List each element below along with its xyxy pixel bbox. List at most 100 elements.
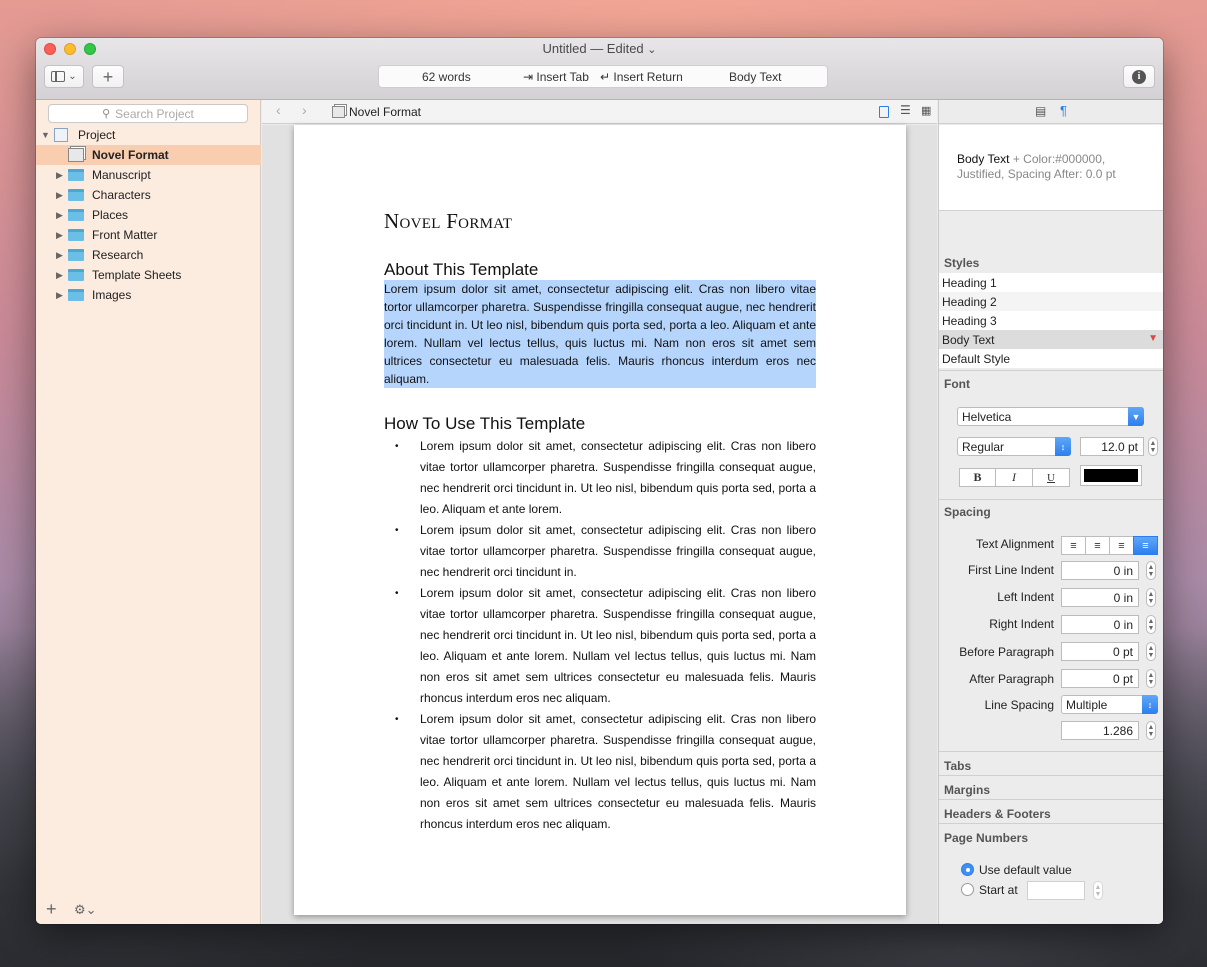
- corkboard-view-icon[interactable]: ▦: [921, 104, 931, 117]
- right-indent-stepper[interactable]: ▲ ▼: [1146, 615, 1156, 634]
- info-button[interactable]: i: [1123, 65, 1155, 88]
- start-at-label[interactable]: Start at: [979, 883, 1018, 897]
- disclosure-closed-icon[interactable]: ▶: [56, 170, 63, 181]
- sidebar-toggle-button[interactable]: ⌄: [44, 65, 84, 88]
- font-family-select[interactable]: Helvetica ▼: [957, 407, 1144, 426]
- line-spacing-select[interactable]: Multiple ↕: [1061, 695, 1158, 714]
- stepper-up-icon[interactable]: ▲: [1148, 564, 1155, 571]
- back-arrow-icon[interactable]: ‹: [276, 102, 281, 118]
- forward-arrow-icon[interactable]: ›: [302, 102, 307, 118]
- first-line-indent-field[interactable]: 0 in: [1061, 561, 1139, 580]
- insert-tab-button[interactable]: ⇥ Insert Tab: [523, 70, 589, 84]
- text-color-well[interactable]: [1080, 465, 1142, 486]
- edited-status[interactable]: — Edited: [590, 41, 643, 56]
- spacing-section-title[interactable]: Spacing: [944, 505, 991, 519]
- before-paragraph-field[interactable]: 0 pt: [1061, 642, 1139, 661]
- binder-item-characters[interactable]: ▶ Characters: [36, 185, 261, 205]
- start-at-radio[interactable]: [961, 883, 974, 896]
- list-item[interactable]: Lorem ipsum dolor sit amet, consectetur …: [384, 583, 816, 709]
- style-item-heading-1[interactable]: Heading 1: [939, 273, 1163, 292]
- insert-return-button[interactable]: ↵ Insert Return: [600, 70, 683, 84]
- underline-button[interactable]: U: [1032, 468, 1070, 487]
- disclosure-closed-icon[interactable]: ▶: [56, 230, 63, 241]
- stepper-down-icon[interactable]: ▼: [1148, 679, 1155, 686]
- before-paragraph-stepper[interactable]: ▲ ▼: [1146, 642, 1156, 661]
- start-at-stepper[interactable]: ▲ ▼: [1093, 881, 1103, 900]
- binder-item-template-sheets[interactable]: ▶ Template Sheets: [36, 265, 261, 285]
- style-item-body-text[interactable]: Body Text ▼: [939, 330, 1163, 349]
- outline-view-icon[interactable]: ☰: [900, 103, 911, 117]
- stepper-up-icon[interactable]: ▲: [1095, 884, 1102, 891]
- font-size-stepper[interactable]: ▲ ▼: [1148, 437, 1158, 456]
- chevron-down-icon[interactable]: ⌄: [647, 44, 656, 56]
- after-paragraph-stepper[interactable]: ▲ ▼: [1146, 669, 1156, 688]
- gear-icon[interactable]: ⚙⌄: [74, 902, 97, 918]
- align-center-button[interactable]: ≡: [1085, 536, 1110, 555]
- style-item-heading-2[interactable]: Heading 2: [939, 292, 1163, 311]
- use-default-label[interactable]: Use default value: [979, 863, 1072, 877]
- margins-section-title[interactable]: Margins: [944, 783, 990, 797]
- line-spacing-value-field[interactable]: 1.286: [1061, 721, 1139, 740]
- font-section-title[interactable]: Font: [944, 377, 970, 391]
- stepper-down-icon[interactable]: ▼: [1095, 891, 1102, 898]
- stepper-up-icon[interactable]: ▲: [1148, 645, 1155, 652]
- start-at-field[interactable]: [1027, 881, 1085, 900]
- stepper-down-icon[interactable]: ▼: [1150, 447, 1157, 454]
- align-justify-button[interactable]: ≡: [1133, 536, 1158, 555]
- align-left-button[interactable]: ≡: [1061, 536, 1086, 555]
- document-view-icon[interactable]: [879, 106, 889, 118]
- stepper-up-icon[interactable]: ▲: [1148, 672, 1155, 679]
- disclosure-closed-icon[interactable]: ▶: [56, 190, 63, 201]
- stepper-down-icon[interactable]: ▼: [1148, 571, 1155, 578]
- disclosure-closed-icon[interactable]: ▶: [56, 290, 63, 301]
- binder-item-project[interactable]: ▼ Project: [36, 125, 261, 145]
- right-indent-field[interactable]: 0 in: [1061, 615, 1139, 634]
- binder-item-front-matter[interactable]: ▶ Front Matter: [36, 225, 261, 245]
- after-paragraph-field[interactable]: 0 pt: [1061, 669, 1139, 688]
- editor-header-title[interactable]: Novel Format: [349, 105, 421, 119]
- selected-paragraph[interactable]: Lorem ipsum dolor sit amet, consectetur …: [384, 280, 816, 388]
- binder-item-images[interactable]: ▶ Images: [36, 285, 261, 305]
- stepper-up-icon[interactable]: ▲: [1148, 591, 1155, 598]
- style-item-default-style[interactable]: Default Style: [939, 349, 1163, 368]
- current-style-label[interactable]: Body Text: [729, 70, 781, 84]
- binder-item-places[interactable]: ▶ Places: [36, 205, 261, 225]
- stepper-down-icon[interactable]: ▼: [1148, 625, 1155, 632]
- font-face-select[interactable]: Regular ↕: [957, 437, 1071, 456]
- list-item[interactable]: Lorem ipsum dolor sit amet, consectetur …: [384, 436, 816, 520]
- use-default-radio[interactable]: [961, 863, 974, 876]
- headers-footers-section-title[interactable]: Headers & Footers: [944, 807, 1051, 821]
- binder-item-novel-format[interactable]: Novel Format: [36, 145, 261, 165]
- stepper-down-icon[interactable]: ▼: [1148, 731, 1155, 738]
- first-line-indent-stepper[interactable]: ▲ ▼: [1146, 561, 1156, 580]
- disclosure-open-icon[interactable]: ▼: [41, 130, 50, 140]
- disclosure-closed-icon[interactable]: ▶: [56, 210, 63, 221]
- paragraph-format-tab-icon[interactable]: ¶: [1060, 103, 1067, 118]
- disclosure-closed-icon[interactable]: ▶: [56, 250, 63, 261]
- bold-button[interactable]: B: [959, 468, 996, 487]
- add-item-button[interactable]: +: [46, 899, 57, 920]
- list-item[interactable]: Lorem ipsum dolor sit amet, consectetur …: [384, 709, 816, 835]
- align-right-button[interactable]: ≡: [1109, 536, 1134, 555]
- italic-button[interactable]: I: [995, 468, 1033, 487]
- binder-item-research[interactable]: ▶ Research: [36, 245, 261, 265]
- style-item-heading-3[interactable]: Heading 3: [939, 311, 1163, 330]
- document-format-tab-icon[interactable]: ▤: [1035, 104, 1046, 118]
- document-page[interactable]: Novel Format About This Template Lorem i…: [294, 125, 906, 915]
- stepper-up-icon[interactable]: ▲: [1148, 724, 1155, 731]
- stepper-down-icon[interactable]: ▼: [1148, 652, 1155, 659]
- line-spacing-stepper[interactable]: ▲ ▼: [1146, 721, 1156, 740]
- binder-item-manuscript[interactable]: ▶ Manuscript: [36, 165, 261, 185]
- list-item[interactable]: Lorem ipsum dolor sit amet, consectetur …: [384, 520, 816, 583]
- left-indent-stepper[interactable]: ▲ ▼: [1146, 588, 1156, 607]
- stepper-up-icon[interactable]: ▲: [1148, 618, 1155, 625]
- left-indent-field[interactable]: 0 in: [1061, 588, 1139, 607]
- search-input[interactable]: ⚲ Search Project: [48, 104, 248, 123]
- styles-section-title[interactable]: Styles: [944, 256, 979, 270]
- stepper-up-icon[interactable]: ▲: [1150, 440, 1157, 447]
- add-button[interactable]: +: [92, 65, 124, 88]
- tabs-section-title[interactable]: Tabs: [944, 759, 971, 773]
- page-numbers-section-title[interactable]: Page Numbers: [944, 831, 1028, 845]
- stepper-down-icon[interactable]: ▼: [1148, 598, 1155, 605]
- font-size-field[interactable]: 12.0 pt: [1080, 437, 1144, 456]
